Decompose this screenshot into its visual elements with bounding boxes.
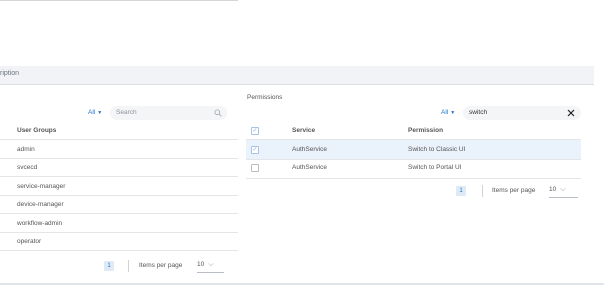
permission-row[interactable]: AuthService Switch to Portal UI bbox=[246, 160, 581, 178]
search-value: switch bbox=[469, 109, 488, 116]
permission-column-header: Permission bbox=[408, 127, 444, 134]
items-per-page-select[interactable]: 10 ⌵ bbox=[197, 261, 224, 273]
row-checkbox[interactable] bbox=[251, 164, 259, 172]
description-column-header: ription bbox=[0, 66, 594, 85]
select-all-checkbox[interactable]: ✓ bbox=[251, 127, 259, 135]
caret-down-icon: ▼ bbox=[97, 110, 103, 116]
permission-cell: Switch to Classic UI bbox=[408, 146, 466, 153]
bottom-divider bbox=[0, 283, 604, 285]
items-per-page-select[interactable]: 10 ⌵ bbox=[549, 186, 578, 198]
user-group-row[interactable]: workflow-admin bbox=[17, 220, 62, 227]
permissions-filter-dropdown[interactable]: All ▼ bbox=[441, 109, 455, 116]
chevron-down-icon: ⌵ bbox=[560, 186, 566, 193]
clear-search-icon[interactable] bbox=[567, 109, 575, 117]
filter-label: All bbox=[441, 109, 449, 116]
user-group-row[interactable]: operator bbox=[17, 238, 41, 245]
filter-label: All bbox=[88, 109, 96, 116]
pagination-separator bbox=[128, 260, 129, 272]
row-divider bbox=[246, 178, 581, 179]
service-column-header: Service bbox=[292, 127, 316, 134]
search-placeholder: Search bbox=[116, 109, 137, 116]
permission-cell: Switch to Portal UI bbox=[408, 164, 462, 171]
user-groups-page-number[interactable]: 1 bbox=[104, 261, 114, 271]
user-group-row[interactable]: svcecd bbox=[17, 164, 37, 171]
permissions-title: Permissions bbox=[247, 94, 283, 101]
user-groups-search-input[interactable]: Search bbox=[110, 106, 227, 120]
user-groups-column-header: User Groups bbox=[17, 127, 57, 134]
description-label: ription bbox=[0, 70, 20, 77]
items-per-page-label: Items per page bbox=[492, 187, 536, 194]
row-divider bbox=[0, 195, 238, 196]
items-per-page-label: Items per page bbox=[139, 262, 183, 269]
caret-down-icon: ▼ bbox=[450, 110, 456, 116]
service-cell: AuthService bbox=[292, 164, 328, 171]
items-per-page-value: 10 bbox=[197, 261, 205, 268]
row-divider bbox=[0, 232, 238, 233]
user-groups-filter-dropdown[interactable]: All ▼ bbox=[88, 109, 102, 116]
user-group-row[interactable]: service-manager bbox=[17, 183, 65, 190]
permission-row-selected[interactable]: ✓ AuthService Switch to Classic UI bbox=[246, 140, 581, 159]
top-divider bbox=[0, 0, 238, 1]
user-group-row[interactable]: device-manager bbox=[17, 201, 64, 208]
user-group-row[interactable]: admin bbox=[17, 146, 35, 153]
header-divider bbox=[0, 139, 238, 140]
permissions-search-input[interactable]: switch bbox=[463, 106, 581, 120]
row-divider bbox=[0, 213, 238, 214]
row-checkbox[interactable]: ✓ bbox=[251, 146, 259, 154]
row-divider bbox=[0, 176, 238, 177]
pagination-separator bbox=[482, 185, 483, 197]
search-icon bbox=[214, 109, 222, 117]
row-divider bbox=[0, 250, 238, 251]
service-cell: AuthService bbox=[292, 146, 328, 153]
items-per-page-value: 10 bbox=[549, 186, 557, 193]
chevron-down-icon: ⌵ bbox=[208, 261, 214, 268]
permissions-page-number[interactable]: 1 bbox=[456, 186, 466, 196]
row-divider bbox=[0, 158, 238, 159]
